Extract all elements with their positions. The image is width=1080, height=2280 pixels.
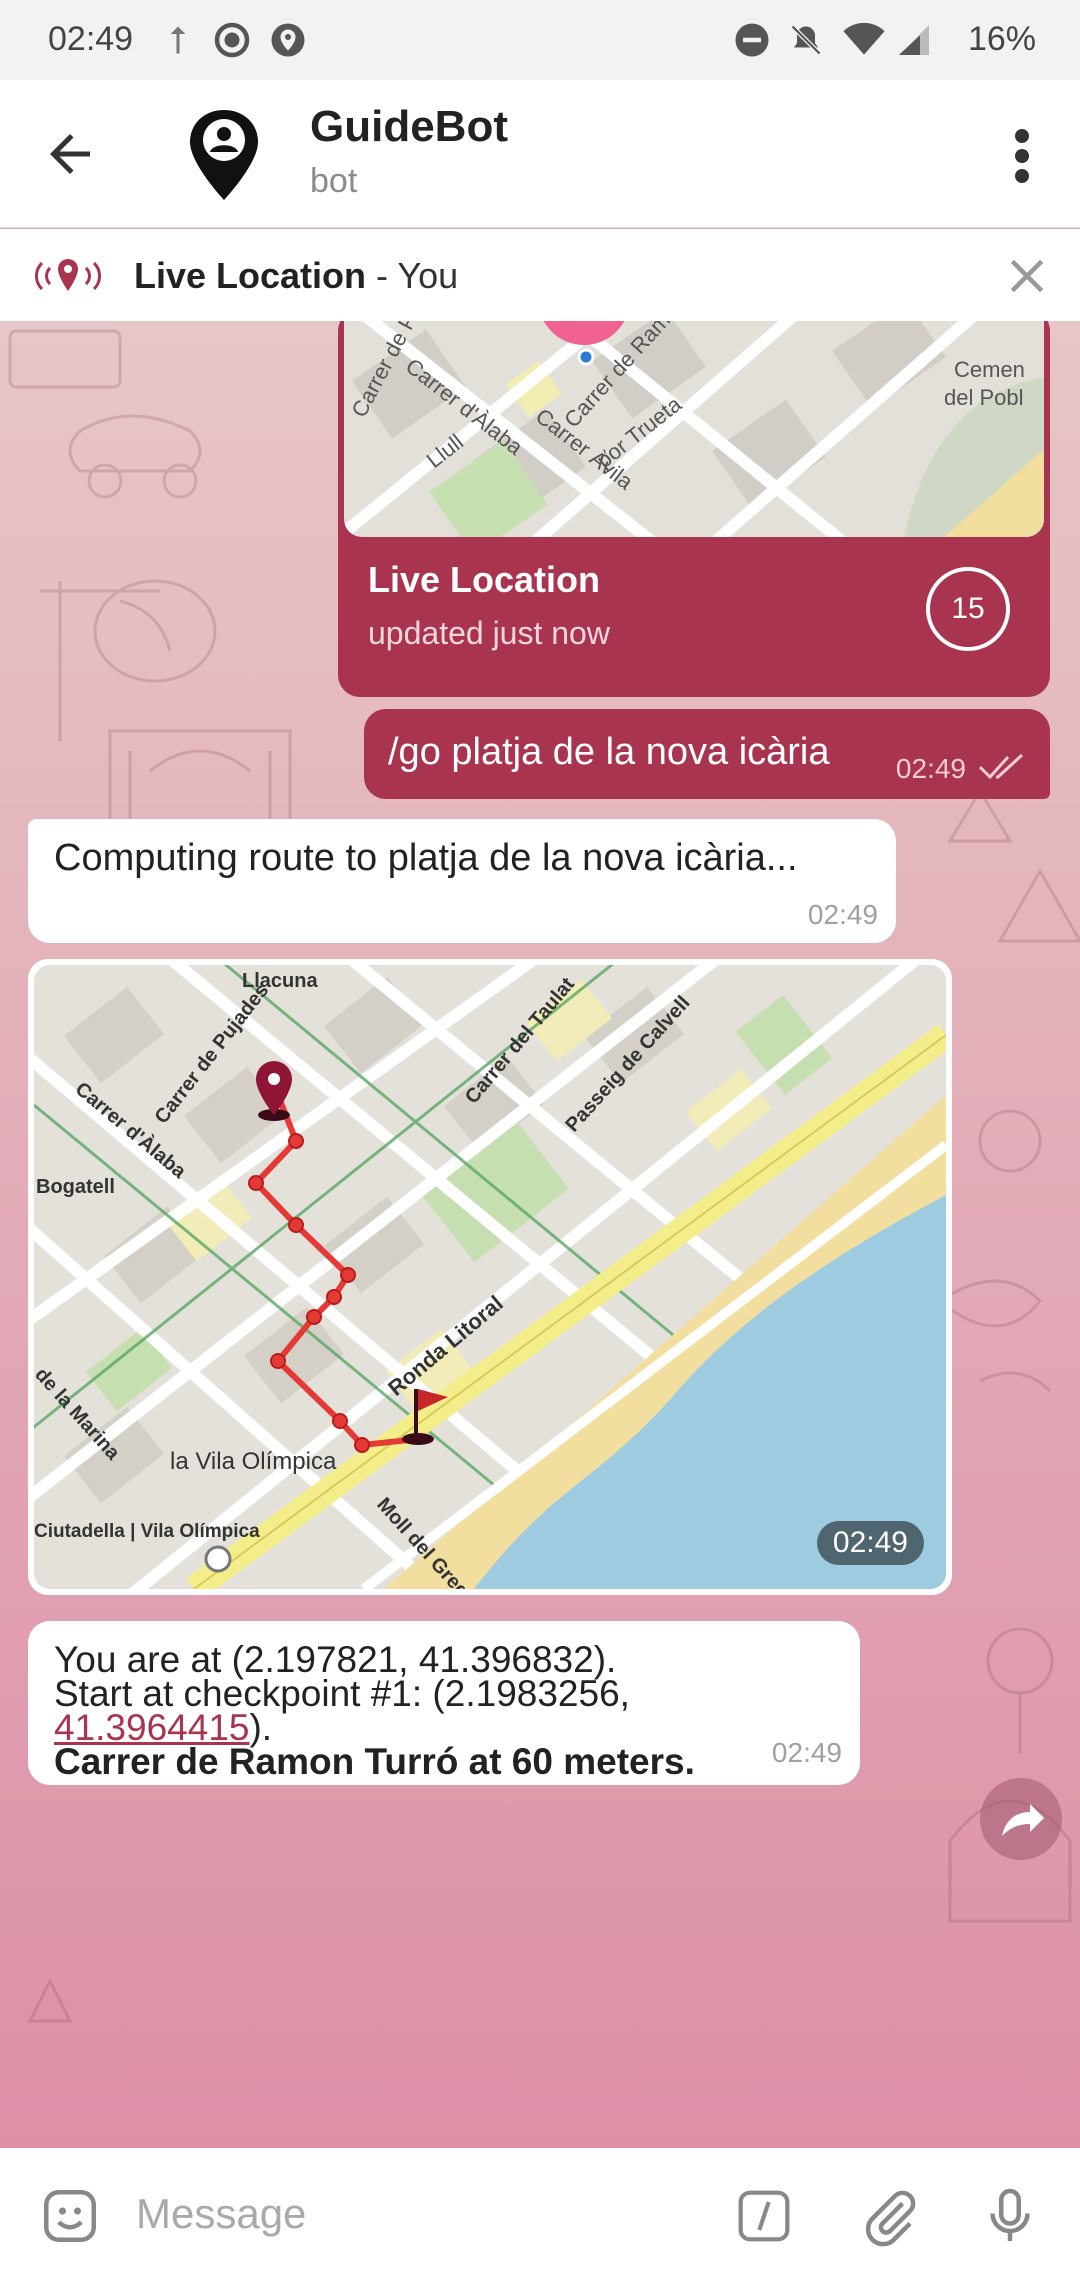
bot-command-icon[interactable] — [736, 2188, 792, 2244]
bot-avatar[interactable] — [172, 102, 276, 206]
message-text: Carrer de Ramon Turró at 60 meters. — [54, 1741, 695, 1782]
live-location-message[interactable]: Carrer de Pere IV Carrer d'Àlaba Carrer … — [338, 321, 1050, 697]
status-bar: 02:49 16% — [0, 0, 1080, 80]
cell-signal-icon — [899, 25, 929, 55]
map-label: Bogatell — [36, 1176, 115, 1198]
map-label: la Vila Olímpica — [170, 1448, 337, 1475]
map-label: Ciutadella | Vila Olímpica — [34, 1521, 260, 1542]
record-icon — [214, 22, 250, 58]
more-vert-icon[interactable] — [1002, 128, 1042, 184]
battery-percent: 16% — [967, 20, 1036, 58]
outgoing-message[interactable]: /go platja de la nova icària 02:49 — [364, 709, 1050, 799]
message-input[interactable] — [136, 2182, 696, 2246]
location-person-icon — [190, 110, 258, 200]
read-check-icon — [978, 753, 1024, 780]
map-label: Passeig de Calvell — [561, 992, 694, 1136]
back-arrow-icon[interactable] — [40, 124, 100, 184]
live-location-card-subtitle: updated just now — [368, 615, 610, 651]
map-label: Ronda Litoral — [383, 1291, 508, 1401]
message-time: 02:49 — [807, 899, 878, 930]
map-label: Llull — [422, 429, 468, 473]
antenna-icon — [170, 26, 186, 54]
live-location-icon — [35, 259, 101, 291]
close-icon[interactable] — [1002, 251, 1052, 301]
map-label: Moll del Gregal — [372, 1494, 484, 1589]
route-map-labels: Llacuna Carrer de Pujades Carrer d'Àlaba… — [34, 970, 695, 1589]
message-text: /go platja de la nova icària — [388, 731, 830, 773]
map-label: de la Marina — [34, 1364, 125, 1465]
live-location-card-title: Live Location — [368, 559, 601, 600]
message-time: 02:49 — [895, 753, 966, 784]
microphone-icon[interactable] — [980, 2184, 1040, 2248]
live-location-map-labels: Carrer de Pere IV Carrer d'Àlaba Carrer … — [346, 321, 1025, 495]
live-location-owner: - You — [366, 255, 459, 296]
message-time: 02:49 — [816, 1521, 924, 1565]
attach-icon[interactable] — [860, 2184, 920, 2248]
dnd-icon — [735, 23, 769, 57]
chat-header: GuideBot bot — [0, 80, 1080, 228]
share-icon — [1002, 1804, 1044, 1836]
message-time: 02:49 — [771, 1737, 842, 1768]
chat-subtitle: bot — [310, 162, 358, 200]
map-label: Cemen — [954, 357, 1025, 382]
chat-area[interactable]: Carrer de Pere IV Carrer d'Àlaba Carrer … — [0, 321, 1080, 2148]
input-bar — [0, 2148, 1080, 2280]
route-map-message[interactable]: Llacuna Carrer de Pujades Carrer d'Àlaba… — [28, 959, 952, 1595]
route-map[interactable]: Llacuna Carrer de Pujades Carrer d'Àlaba… — [34, 965, 946, 1589]
live-location-label: Live Location - You — [134, 255, 458, 297]
live-location-bar[interactable]: Live Location - You — [0, 229, 1080, 321]
incoming-message[interactable]: Computing route to platja de la nova icà… — [28, 819, 896, 943]
muted-bell-icon — [790, 24, 822, 56]
chat-title[interactable]: GuideBot — [310, 102, 508, 152]
share-button[interactable] — [980, 1778, 1062, 1860]
map-label: por Trueta — [592, 391, 687, 473]
live-location-map[interactable]: Carrer de Pere IV Carrer d'Àlaba Carrer … — [344, 321, 1044, 537]
map-label: del Pobl — [944, 385, 1024, 410]
message-text: Computing route to platja de la nova icà… — [54, 837, 798, 879]
map-label: Carrer del Taulat — [461, 973, 579, 1108]
map-label: Carrer de Pujades — [151, 980, 274, 1128]
incoming-message[interactable]: You are at (2.197821, 41.396832). Start … — [28, 1621, 860, 1785]
emoji-icon[interactable] — [40, 2186, 100, 2246]
status-time: 02:49 — [48, 20, 134, 58]
live-location-title: Live Location — [134, 255, 367, 296]
location-status-icon — [271, 23, 305, 57]
map-label: Carrer d'Àlaba — [401, 353, 528, 460]
live-location-timer[interactable]: 15 — [926, 567, 1010, 651]
wifi-icon — [843, 22, 885, 55]
